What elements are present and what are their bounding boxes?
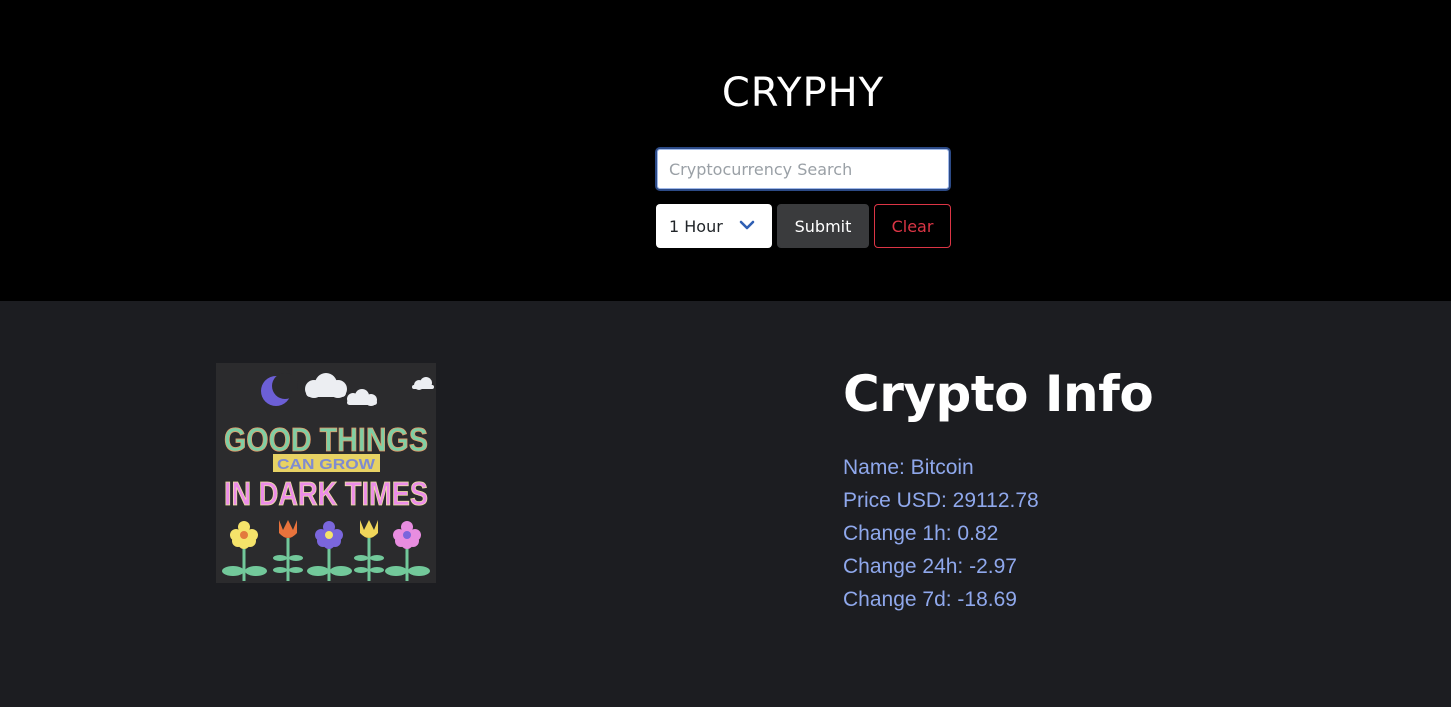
crypto-artwork-image: GOOD THINGS CAN GROW IN DARK TIMES: [216, 363, 436, 583]
timeframe-selected-value: 1 Hour: [669, 216, 723, 236]
crypto-info-heading: Crypto Info: [843, 365, 1154, 423]
artwork-text-line2: CAN GROW: [277, 456, 376, 473]
crypto-change-24h: Change 24h: -2.97: [843, 555, 1017, 578]
artwork-text-line3: IN DARK TIMES: [224, 475, 428, 512]
timeframe-select[interactable]: 1 Hour: [656, 204, 772, 248]
chevron-down-icon: [739, 220, 755, 230]
crypto-change-1h: Change 1h: 0.82: [843, 522, 999, 545]
app-title: CRYPHY: [721, 70, 885, 116]
submit-button[interactable]: Submit: [777, 204, 869, 248]
crypto-change-7d: Change 7d: -18.69: [843, 588, 1017, 611]
artwork-text-line1: GOOD THINGS: [224, 421, 428, 458]
crypto-price-usd: Price USD: 29112.78: [843, 489, 1039, 512]
clear-button[interactable]: Clear: [874, 204, 951, 248]
crypto-info-list: Name: Bitcoin Price USD: 29112.78 Change…: [843, 451, 1039, 616]
search-input[interactable]: [655, 147, 951, 191]
header: CRYPHY 1 Hour Submit Clear: [0, 0, 1451, 301]
crypto-name: Name: Bitcoin: [843, 456, 974, 479]
